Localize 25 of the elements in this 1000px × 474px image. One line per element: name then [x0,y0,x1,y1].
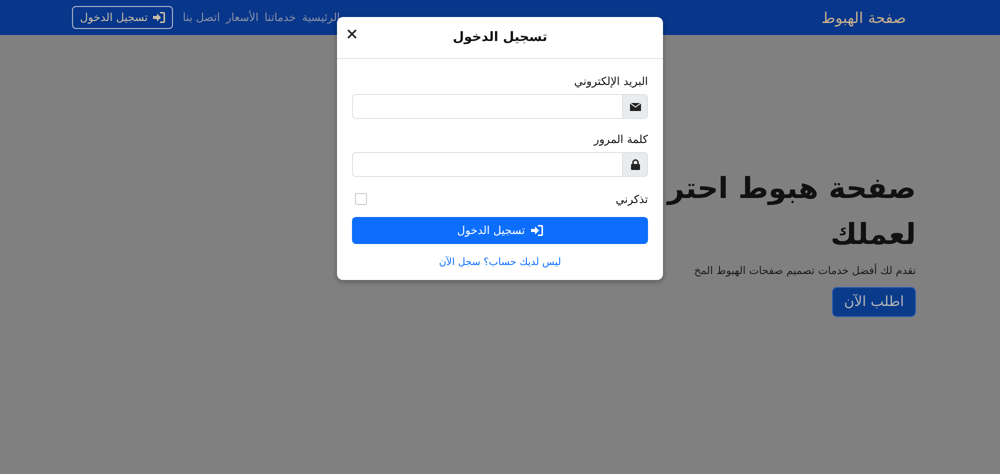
remember-checkbox[interactable] [355,193,367,205]
register-link[interactable]: ليس لديك حساب؟ سجل الآن [438,257,562,268]
brand-name[interactable]: صفحة الهبوط [821,8,906,26]
email-field[interactable] [352,94,622,119]
hero-subtitle: نقدم لك أفضل خدمات تصميم صفحات الهبوط المخ [694,265,916,277]
login-button[interactable]: تسجيل الدخول [72,6,173,29]
password-field[interactable] [352,152,622,177]
order-button[interactable]: اطلب الآن [832,287,916,317]
close-button[interactable] [345,29,357,41]
envelope-icon [630,102,640,110]
nav-link[interactable]: اتصل بنا [182,11,220,24]
nav-link[interactable]: الرئيسية [302,11,340,24]
dialog-title: تسجيل الدخول [452,30,548,45]
checkbox-label: تذكرني [616,192,648,206]
hero-heading: لعملك [830,216,916,253]
login-icon [152,12,165,23]
login-icon [530,225,543,236]
close-icon [347,29,357,39]
field-label: كلمة المرور [592,133,648,146]
hero-heading: صفحة هبوط احتر [667,170,916,208]
field-label: البريد الإلكتروني [573,75,648,88]
lock-icon [630,159,640,170]
nav-link[interactable]: خدماتنا [264,11,296,24]
submit-button[interactable]: تسجيل الدخول [352,217,648,244]
nav-link[interactable]: الأسعار [226,11,259,24]
